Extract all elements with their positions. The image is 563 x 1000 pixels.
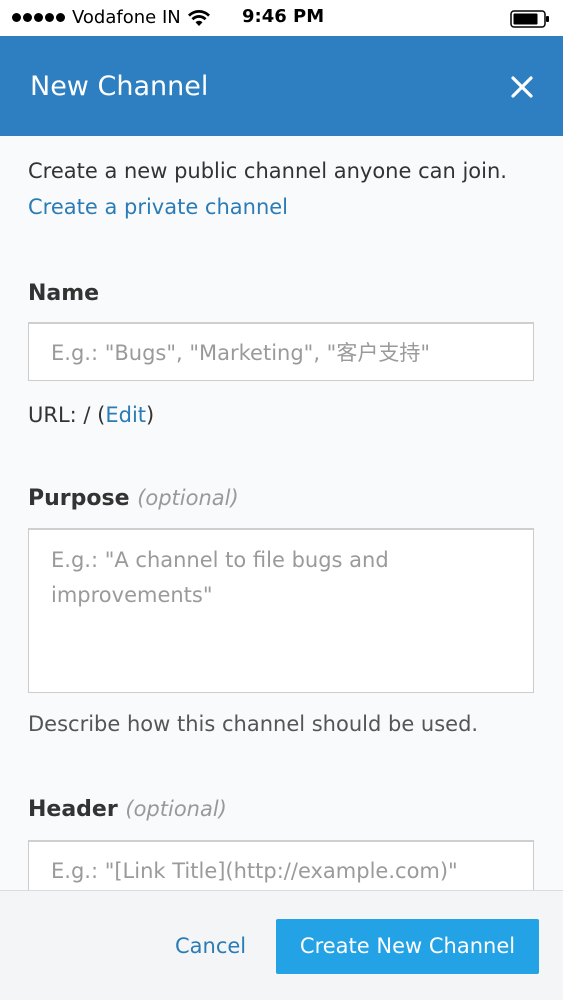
header-label-text: Header [28,797,118,822]
header-input-placeholder: E.g.: "[Link Title](http://example.com)" [51,859,458,883]
signal-dots-icon [12,13,65,22]
purpose-placeholder: E.g.: "A channel to file bugs and improv… [51,548,389,607]
status-left: Vodafone IN [12,7,211,28]
header-input[interactable]: E.g.: "[Link Title](http://example.com)" [28,840,534,890]
modal-header: New Channel [0,36,563,136]
close-icon[interactable] [509,74,535,100]
name-label: Name [28,281,100,306]
cancel-button[interactable]: Cancel [175,934,246,958]
url-prefix: URL: / ( [28,403,106,427]
purpose-textarea[interactable]: E.g.: "A channel to file bugs and improv… [28,528,534,693]
status-time: 9:46 PM [242,6,325,27]
create-new-channel-button[interactable]: Create New Channel [276,919,539,974]
url-edit-link[interactable]: Edit [105,403,146,427]
url-suffix: ) [146,403,155,427]
page-title: New Channel [30,71,209,102]
name-input-placeholder: E.g.: "Bugs", "Marketing", "客户支持" [51,341,431,365]
purpose-help-text: Describe how this channel should be used… [28,712,479,736]
modal-footer: Cancel Create New Channel [0,890,563,1000]
channel-url: URL: / (Edit) [28,403,154,427]
header-optional-tag: (optional) [125,797,227,821]
wifi-icon [187,9,210,26]
purpose-label: Purpose (optional) [28,486,239,511]
header-label: Header (optional) [28,797,227,822]
purpose-optional-tag: (optional) [137,486,239,510]
purpose-label-text: Purpose [28,486,130,511]
intro-text: Create a new public channel anyone can j… [28,159,507,183]
create-private-channel-link[interactable]: Create a private channel [28,195,288,219]
modal-body: Create a new public channel anyone can j… [0,136,563,890]
name-input[interactable]: E.g.: "Bugs", "Marketing", "客户支持" [28,322,534,381]
battery-icon [510,10,549,28]
carrier-name: Vodafone IN [72,7,181,28]
intro-paragraph: Create a new public channel anyone can j… [28,153,538,225]
status-bar: Vodafone IN 9:46 PM [0,0,563,36]
